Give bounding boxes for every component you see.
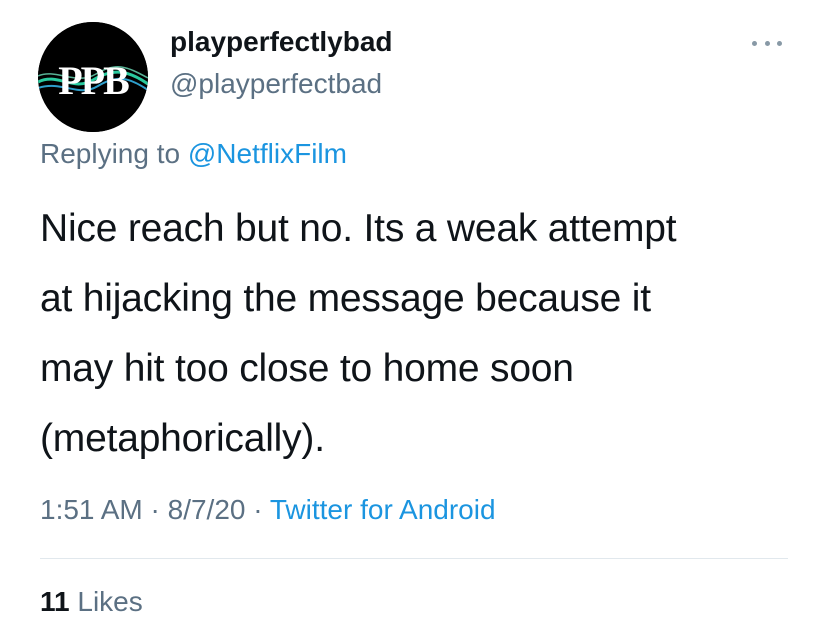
replying-prefix: Replying to xyxy=(40,138,188,169)
avatar[interactable]: PPB xyxy=(38,22,148,132)
meta-separator: · xyxy=(142,494,168,525)
tweet-date[interactable]: 8/7/20 xyxy=(168,494,246,525)
tweet-line: Nice reach but no. Its a weak attempt xyxy=(40,207,677,250)
display-name[interactable]: playperfectlybad xyxy=(170,26,393,58)
meta-separator: · xyxy=(245,494,270,525)
more-dot xyxy=(777,40,782,46)
likes-label: Likes xyxy=(69,586,143,617)
tweet-line: at hijacking the message because it xyxy=(40,277,651,320)
divider xyxy=(40,558,788,559)
user-handle[interactable]: @playperfectbad xyxy=(170,68,382,100)
tweet-line: may hit too close to home soon xyxy=(40,347,574,390)
likes-count: 11 xyxy=(40,586,70,617)
likes-stat[interactable]: 11 Likes xyxy=(40,586,143,618)
avatar-logo: PPB xyxy=(38,22,148,132)
more-dot xyxy=(764,40,770,46)
reply-mention-link[interactable]: @NetflixFilm xyxy=(188,138,347,169)
tweet-source-link[interactable]: Twitter for Android xyxy=(270,494,496,525)
tweet-line: (metaphorically). xyxy=(40,417,325,460)
svg-text:PPB: PPB xyxy=(58,58,129,103)
tweet-text: Nice reach but no. Its a weak attempt at… xyxy=(40,194,800,474)
tweet-meta: 1:51 AM · 8/7/20 · Twitter for Android xyxy=(40,494,496,526)
tweet-time[interactable]: 1:51 AM xyxy=(40,494,143,525)
replying-to: Replying to @NetflixFilm xyxy=(40,138,347,170)
more-options-icon[interactable] xyxy=(752,38,782,48)
more-dot xyxy=(752,40,757,46)
